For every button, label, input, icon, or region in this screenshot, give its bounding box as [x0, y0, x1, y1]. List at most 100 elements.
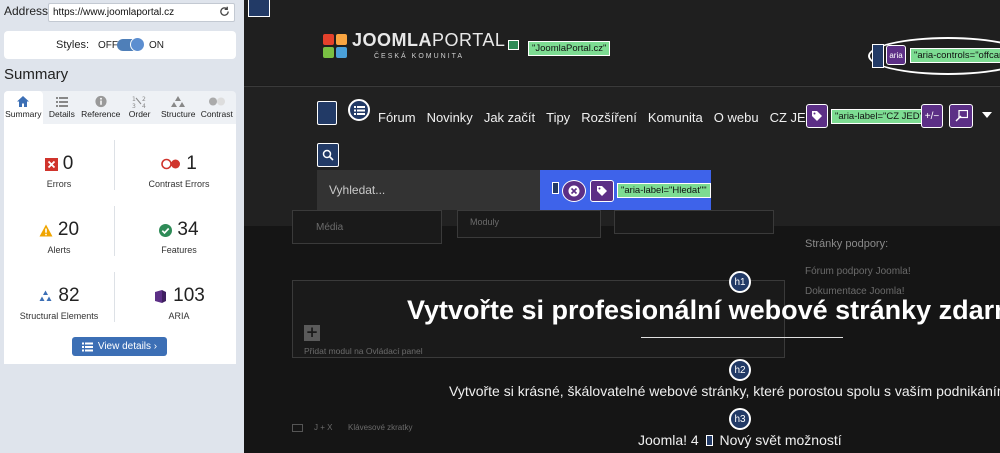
search-input[interactable]: Vyhledat...	[317, 170, 540, 210]
faded-shortcuts-label: Klávesové zkratky	[348, 423, 413, 432]
stat-structural[interactable]: 82 Structural Elements	[4, 284, 114, 321]
tagline-part-a: Joomla! 4	[638, 432, 699, 448]
structural-count: 82	[58, 285, 80, 306]
alerts-caption: Alerts	[47, 245, 71, 255]
tab-contrast-label: Contrast	[200, 109, 233, 119]
structure-icon	[171, 96, 186, 107]
heading-h1-icon: h1	[729, 271, 751, 293]
wave-region-icon	[705, 435, 713, 446]
errors-caption: Errors	[46, 179, 72, 189]
tab-reference-label: Reference	[81, 109, 121, 119]
faded-support-heading: Stránky podpory:	[805, 238, 889, 250]
wave-region-icon	[872, 44, 884, 68]
stat-divider	[114, 140, 115, 190]
address-input[interactable]: https://www.joomlaportal.cz	[48, 3, 235, 22]
list-icon	[81, 342, 93, 351]
wave-region-icon	[552, 182, 559, 194]
aria-controls-label: "aria-controls="offcanvas	[910, 48, 1000, 63]
tab-order[interactable]: 12 3 4 Order	[120, 91, 159, 124]
heading-h2-icon: h2	[729, 359, 751, 381]
features-count: 34	[177, 219, 199, 240]
contrast-error-icon	[161, 158, 181, 170]
view-details-button[interactable]: View details ›	[72, 337, 167, 356]
alt-text-icon	[508, 40, 519, 50]
styles-toggle-row: Styles: OFF ON	[4, 31, 236, 59]
aria-caption: ARIA	[168, 311, 190, 321]
errors-count: 0	[62, 153, 74, 174]
aria-icon: aria	[886, 45, 906, 65]
logo-word-joomla: JOOMLA	[352, 30, 433, 50]
menu-toggle-icon[interactable]	[317, 101, 337, 125]
site-logo-text[interactable]: JOOMLAPORTAL	[352, 30, 505, 51]
styles-off-label: OFF	[98, 40, 118, 51]
h1-badge-text: h1	[734, 276, 746, 288]
hero-title: Vytvořte si profesionální webové stránky…	[407, 295, 1000, 325]
svg-text:4: 4	[142, 103, 146, 108]
heading-h3-icon: h3	[729, 408, 751, 430]
nav-item-o-webu[interactable]: O webu	[714, 110, 759, 125]
aria-cube-icon	[155, 289, 167, 303]
faded-media-label: Média	[316, 222, 344, 233]
website-view: JOOMLAPORTAL ČESKÁ KOMUNITA "JoomlaPorta…	[244, 0, 1000, 453]
h2-badge-text: h2	[734, 364, 746, 376]
structural-caption: Structural Elements	[19, 311, 99, 321]
nav-item-novinky[interactable]: Novinky	[427, 110, 473, 125]
info-icon	[95, 95, 107, 108]
styles-label: Styles:	[56, 39, 90, 51]
tab-summary-label: Summary	[5, 109, 42, 119]
hero-tagline: Joomla! 4 Nový svět možností	[638, 432, 842, 448]
aria-badge-text: aria	[889, 50, 903, 60]
styles-on-label: ON	[149, 40, 164, 51]
tab-summary[interactable]: Summary	[4, 91, 43, 124]
tab-contrast[interactable]: Contrast	[197, 91, 236, 124]
svg-text:3: 3	[132, 103, 136, 108]
aria-label-hledat: "aria-label="Hledat""	[617, 183, 711, 198]
stat-features[interactable]: 34 Features	[124, 218, 234, 255]
reload-icon[interactable]	[219, 6, 230, 20]
svg-text:1: 1	[132, 96, 136, 103]
aria-label-tag-icon	[590, 180, 614, 202]
search-button[interactable]: "aria-label="Hledat""	[540, 170, 711, 210]
logo-word-portal: PORTAL	[432, 30, 506, 50]
stat-alerts[interactable]: 20 Alerts	[4, 218, 114, 255]
faded-modules-label: Moduly	[470, 217, 500, 227]
main-nav: Fórum Novinky Jak začít Tipy Rozšíření K…	[378, 110, 815, 125]
faded-shortcut-keys: J + X	[314, 423, 333, 432]
tab-reference[interactable]: Reference	[81, 91, 120, 124]
contrast-errors-count: 1	[186, 153, 197, 174]
site-logo-subtitle: ČESKÁ KOMUNITA	[374, 53, 465, 60]
nav-item-tipy[interactable]: Tipy	[546, 110, 570, 125]
nav-item-rozsireni[interactable]: Rozšíření	[581, 110, 637, 125]
stat-divider	[114, 206, 115, 256]
contrast-icon	[208, 97, 225, 106]
structure-icon	[39, 290, 52, 301]
tab-details[interactable]: Details	[43, 91, 82, 124]
address-label: Address:	[4, 4, 52, 18]
hero-subtitle: Vytvořte si krásné, škálovatelné webové …	[449, 383, 1000, 399]
faded-add-module-label: Přidat modul na Ovládací panel	[304, 346, 423, 356]
aria-popup-icon	[949, 104, 973, 128]
tab-order-label: Order	[128, 109, 151, 119]
alert-icon	[39, 224, 53, 236]
nav-item-jak-zacit[interactable]: Jak začít	[484, 110, 535, 125]
stat-contrast-errors[interactable]: 1 Contrast Errors	[124, 152, 234, 189]
contrast-errors-caption: Contrast Errors	[148, 179, 210, 189]
address-url: https://www.joomlaportal.cz	[53, 7, 175, 18]
nav-item-komunita[interactable]: Komunita	[648, 110, 703, 125]
nav-item-forum[interactable]: Fórum	[378, 110, 416, 125]
chevron-down-icon[interactable]	[982, 112, 992, 118]
tab-details-label: Details	[48, 109, 75, 119]
order-icon: 1 2 3 4	[132, 96, 146, 108]
toggle-knob	[130, 37, 145, 52]
tab-structure[interactable]: Structure	[159, 91, 198, 124]
stat-divider	[114, 272, 115, 322]
view-details-label: View details ›	[97, 341, 158, 352]
h3-badge-text: h3	[734, 413, 746, 425]
plus-icon: +	[304, 323, 320, 341]
stat-errors[interactable]: 0 Errors	[4, 152, 114, 189]
styles-toggle[interactable]	[117, 37, 145, 52]
alerts-count: 20	[57, 219, 80, 240]
list-icon	[348, 99, 370, 121]
search-region-icon	[317, 143, 339, 167]
stat-aria[interactable]: 103 ARIA	[124, 284, 234, 321]
